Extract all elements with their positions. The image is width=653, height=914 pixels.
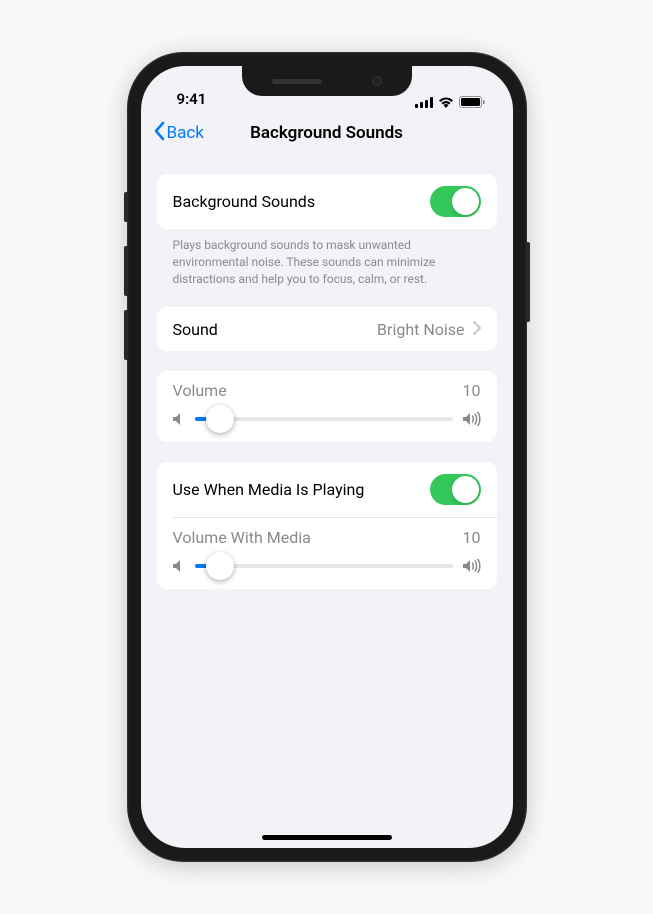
media-toggle-label: Use When Media Is Playing xyxy=(173,480,365,499)
back-label: Back xyxy=(167,123,204,143)
background-sounds-card: Background Sounds xyxy=(157,174,497,229)
volume-value: 10 xyxy=(463,381,481,400)
power-button xyxy=(526,242,530,322)
cellular-signal-icon xyxy=(415,97,433,108)
chevron-left-icon xyxy=(153,121,165,146)
speaker-high-icon xyxy=(463,412,481,426)
chevron-right-icon xyxy=(473,320,481,339)
wifi-icon xyxy=(438,96,454,108)
background-sounds-toggle[interactable] xyxy=(430,186,481,217)
status-icons xyxy=(415,96,485,108)
media-section: Use When Media Is Playing Volume With Me… xyxy=(157,462,497,589)
volume-down-button xyxy=(124,310,128,360)
content-area: Background Sounds Plays background sound… xyxy=(141,174,513,589)
volume-slider-row: Volume 10 xyxy=(157,371,497,442)
speaker-low-icon xyxy=(173,412,185,426)
sound-section: Sound Bright Noise xyxy=(157,307,497,351)
phone-frame: 9:41 Back Background Sounds xyxy=(127,52,527,862)
notch-camera xyxy=(372,76,382,86)
volume-slider-container xyxy=(173,412,481,426)
background-sounds-section: Background Sounds Plays background sound… xyxy=(157,174,497,287)
sound-row[interactable]: Sound Bright Noise xyxy=(157,307,497,351)
speaker-high-icon xyxy=(463,559,481,573)
media-volume-slider-thumb[interactable] xyxy=(206,552,234,580)
media-toggle[interactable] xyxy=(430,474,481,505)
status-time: 9:41 xyxy=(169,90,207,108)
background-sounds-toggle-row[interactable]: Background Sounds xyxy=(157,174,497,229)
speaker-low-icon xyxy=(173,559,185,573)
volume-slider-thumb[interactable] xyxy=(206,405,234,433)
notch-speaker xyxy=(272,79,322,84)
phone-side-buttons-left xyxy=(124,192,128,374)
sound-value: Bright Noise xyxy=(377,320,464,339)
volume-label: Volume xyxy=(173,381,227,400)
background-sounds-description: Plays background sounds to mask unwanted… xyxy=(157,229,497,287)
media-volume-value: 10 xyxy=(463,528,481,547)
toggle-knob xyxy=(452,476,479,503)
volume-card: Volume 10 xyxy=(157,371,497,442)
navigation-bar: Back Background Sounds xyxy=(141,112,513,154)
volume-slider[interactable] xyxy=(195,417,453,421)
media-volume-slider-row: Volume With Media 10 xyxy=(157,518,497,589)
sound-card: Sound Bright Noise xyxy=(157,307,497,351)
background-sounds-label: Background Sounds xyxy=(173,192,316,211)
media-volume-label: Volume With Media xyxy=(173,528,311,547)
toggle-knob xyxy=(452,188,479,215)
media-volume-slider-container xyxy=(173,559,481,573)
phone-screen: 9:41 Back Background Sounds xyxy=(141,66,513,848)
back-button[interactable]: Back xyxy=(153,121,204,146)
home-indicator[interactable] xyxy=(262,835,392,840)
battery-icon xyxy=(459,96,485,108)
media-card: Use When Media Is Playing Volume With Me… xyxy=(157,462,497,589)
notch xyxy=(242,66,412,96)
media-volume-header: Volume With Media 10 xyxy=(173,528,481,547)
volume-header: Volume 10 xyxy=(173,381,481,400)
volume-up-button xyxy=(124,246,128,296)
sound-label: Sound xyxy=(173,320,218,339)
sound-value-container: Bright Noise xyxy=(377,320,480,339)
media-volume-slider[interactable] xyxy=(195,564,453,568)
mute-switch xyxy=(124,192,128,222)
media-toggle-row[interactable]: Use When Media Is Playing xyxy=(157,462,497,517)
phone-side-buttons-right xyxy=(526,242,530,322)
volume-section: Volume 10 xyxy=(157,371,497,442)
